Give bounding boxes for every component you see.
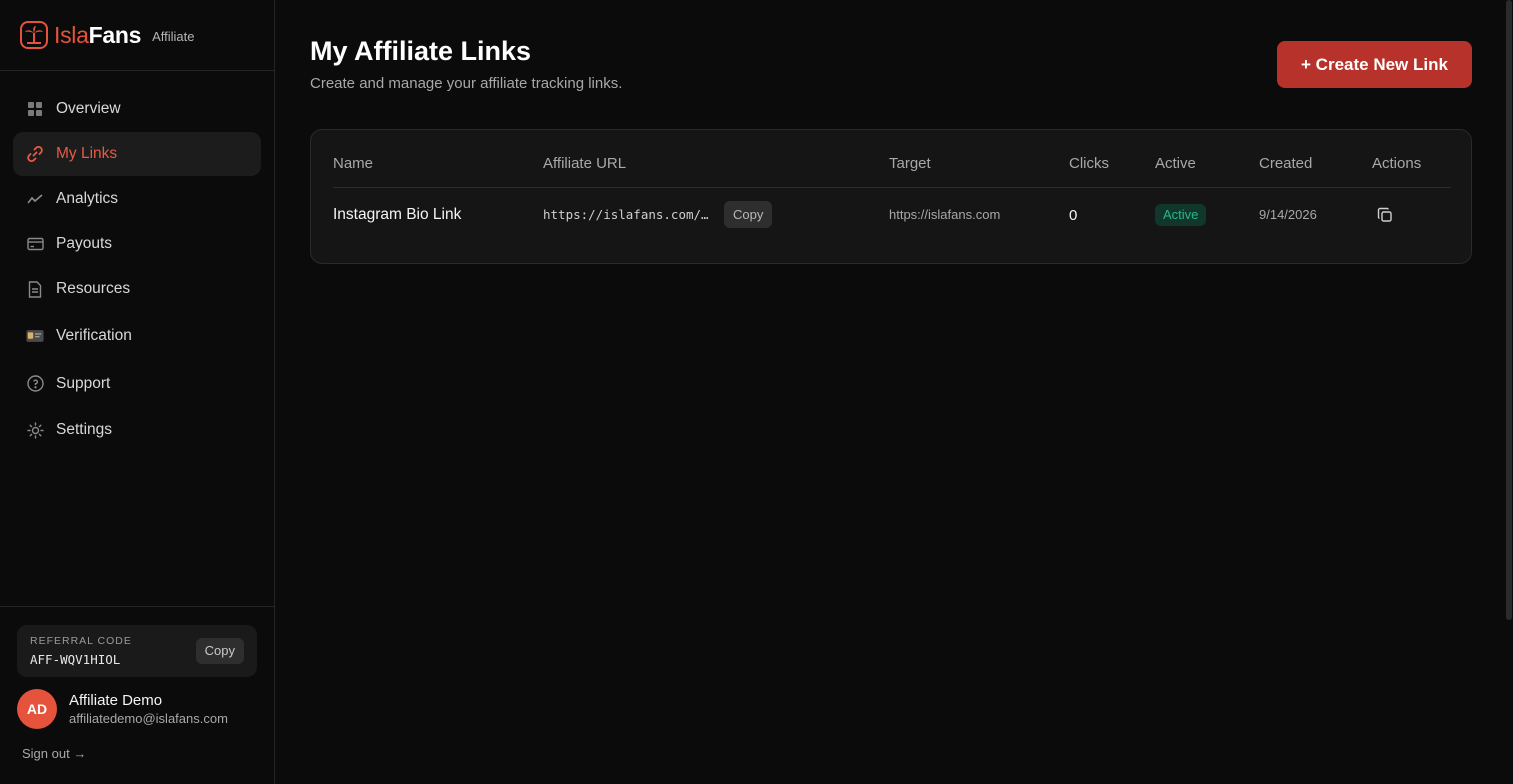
create-new-link-button[interactable]: + Create New Link xyxy=(1277,41,1472,88)
column-header-created: Created xyxy=(1259,155,1313,172)
gear-icon xyxy=(26,421,44,439)
column-header-actions: Actions xyxy=(1372,155,1422,172)
brand-tag: Affiliate xyxy=(152,28,195,44)
sidebar-item-label: Overview xyxy=(56,100,121,117)
click-count: 0 xyxy=(1069,207,1078,224)
created-date: 9/14/2026 xyxy=(1259,207,1317,222)
divider xyxy=(0,70,274,71)
sidebar-item-support[interactable]: Support xyxy=(13,360,261,407)
column-header-affiliate-url: Affiliate URL xyxy=(543,155,627,172)
brand-name-isla: Isla xyxy=(54,21,89,48)
user-name: Affiliate Demo xyxy=(69,692,163,709)
sidebar-item-verification[interactable]: Verification xyxy=(13,312,261,359)
link-icon xyxy=(26,145,44,163)
status-badge[interactable]: Active xyxy=(1155,204,1207,226)
duplicate-icon[interactable] xyxy=(1377,207,1393,223)
avatar: AD xyxy=(17,689,57,729)
sidebar-item-label: Analytics xyxy=(56,190,119,207)
sidebar-nav: Overview My Links Analytics Payouts Reso… xyxy=(13,87,261,453)
sign-out-link[interactable]: Sign out → xyxy=(22,746,86,761)
column-header-clicks: Clicks xyxy=(1069,155,1109,172)
sidebar: Isla Fans Affiliate Overview My Links Ana… xyxy=(0,0,275,784)
sidebar-item-payouts[interactable]: Payouts xyxy=(13,222,261,266)
column-header-active: Active xyxy=(1155,155,1196,172)
sidebar-item-analytics[interactable]: Analytics xyxy=(13,177,261,221)
scrollbar-thumb[interactable] xyxy=(1506,0,1512,620)
column-header-name: Name xyxy=(333,155,374,172)
sidebar-item-my-links[interactable]: My Links xyxy=(13,132,261,176)
main-content: My Affiliate Links Create and manage you… xyxy=(275,0,1505,784)
page-subtitle: Create and manage your affiliate trackin… xyxy=(310,75,623,92)
help-circle-icon xyxy=(26,375,44,393)
sidebar-item-label: Payouts xyxy=(56,235,113,252)
sidebar-item-label: My Links xyxy=(56,145,118,162)
card-icon xyxy=(26,235,44,253)
copy-url-button[interactable]: Copy xyxy=(724,201,773,228)
page-title: My Affiliate Links xyxy=(310,36,532,66)
document-icon xyxy=(26,280,44,298)
referral-code-box: REFERRAL CODE AFF-WQV1HIOL Copy xyxy=(17,625,257,677)
divider xyxy=(0,606,274,607)
affiliate-url: https://islafans.com/… xyxy=(543,207,709,222)
sidebar-item-label: Settings xyxy=(56,421,113,438)
header-divider xyxy=(333,187,1451,188)
copy-referral-button[interactable]: Copy xyxy=(195,638,244,664)
referral-code-value: AFF-WQV1HIOL xyxy=(30,652,121,667)
sidebar-item-label: Support xyxy=(56,374,111,392)
palm-logo-icon xyxy=(20,21,48,49)
sidebar-item-label: Verification xyxy=(56,326,132,344)
target-url: https://islafans.com xyxy=(889,207,1001,222)
grid-icon xyxy=(26,100,44,118)
links-table: Name Affiliate URL Target Clicks Active … xyxy=(310,129,1472,264)
brand-name-fans: Fans xyxy=(88,21,142,48)
id-card-icon xyxy=(26,327,44,345)
trend-icon xyxy=(26,190,44,208)
scrollbar[interactable] xyxy=(1505,0,1513,784)
sidebar-item-overview[interactable]: Overview xyxy=(13,87,261,131)
brand-logo[interactable]: Isla Fans Affiliate xyxy=(20,19,194,51)
column-header-target: Target xyxy=(889,155,931,172)
sidebar-item-settings[interactable]: Settings xyxy=(13,408,261,452)
user-email: affiliatedemo@islafans.com xyxy=(69,711,228,726)
sidebar-item-label: Resources xyxy=(56,280,131,297)
sidebar-item-resources[interactable]: Resources xyxy=(13,267,261,311)
link-name: Instagram Bio Link xyxy=(333,206,462,223)
referral-code-label: REFERRAL CODE xyxy=(30,635,132,647)
user-profile[interactable]: AD Affiliate Demo affiliatedemo@islafans… xyxy=(17,689,228,729)
